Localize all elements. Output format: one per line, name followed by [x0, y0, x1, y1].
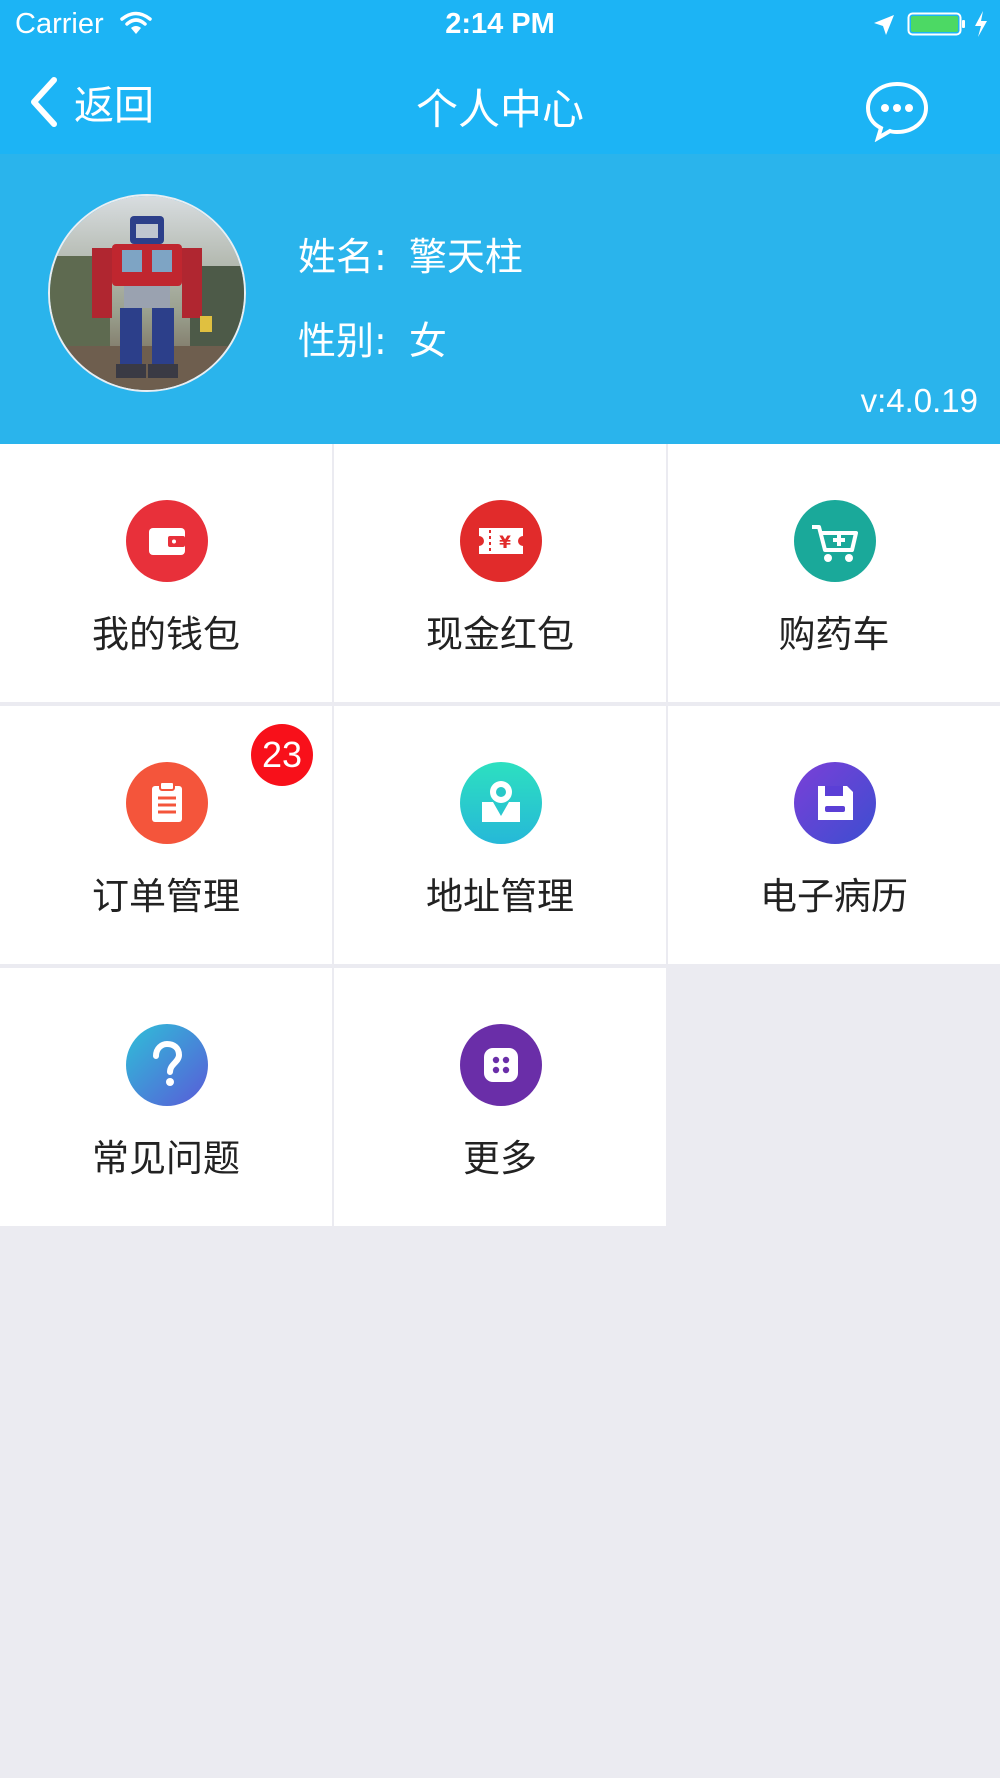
location-arrow-icon — [874, 15, 894, 35]
menu-item-faq[interactable]: 常见问题 — [0, 968, 332, 1226]
battery-icon — [907, 12, 965, 36]
wallet-label: 我的钱包 — [92, 613, 240, 656]
avatar[interactable] — [48, 194, 246, 392]
more-apps-icon — [460, 1024, 542, 1106]
address-label: 地址管理 — [426, 875, 574, 918]
name-label: 姓名: — [298, 235, 387, 279]
charging-icon — [975, 11, 987, 37]
orders-label: 订单管理 — [92, 875, 240, 918]
medicine-cart-icon — [794, 500, 876, 582]
menu-item-coupon[interactable]: ¥ 现金红包 — [334, 444, 666, 702]
robot-photo — [50, 196, 244, 390]
red-packet-icon: ¥ — [460, 500, 542, 582]
menu-item-wallet[interactable]: 我的钱包 — [0, 444, 332, 702]
clipboard-icon — [126, 762, 208, 844]
profile-gender: 性别: 女 — [298, 310, 447, 365]
app-version: v:4.0.19 — [860, 382, 978, 419]
menu-item-more[interactable]: 更多 — [334, 968, 666, 1226]
faq-label: 常见问题 — [92, 1137, 240, 1180]
medical-record-icon — [794, 762, 876, 844]
profile-header: 姓名: 擎天柱 性别: 女 v:4.0.19 — [0, 154, 1000, 444]
navigation-bar: 返回 个人中心 — [0, 50, 1000, 154]
orders-count-badge: 23 — [251, 724, 313, 786]
map-pin-icon — [460, 762, 542, 844]
more-label: 更多 — [463, 1137, 537, 1180]
chat-bubble-icon[interactable] — [864, 80, 930, 142]
name-value: 擎天柱 — [408, 235, 523, 279]
status-bar: Carrier 2:14 PM — [0, 0, 1000, 50]
coupon-label: 现金红包 — [426, 613, 574, 656]
menu-item-address[interactable]: 地址管理 — [334, 706, 666, 964]
profile-name: 姓名: 擎天柱 — [298, 226, 523, 281]
menu-item-records[interactable]: 电子病历 — [668, 706, 1000, 964]
gender-value: 女 — [408, 319, 447, 363]
question-icon — [126, 1024, 208, 1106]
gender-label: 性别: — [298, 319, 387, 363]
records-label: 电子病历 — [760, 875, 908, 918]
menu-item-cart[interactable]: 购药车 — [668, 444, 1000, 702]
cart-label: 购药车 — [778, 613, 890, 656]
page-title: 个人中心 — [415, 85, 584, 134]
svg-text:¥: ¥ — [499, 533, 511, 553]
status-time: 2:14 PM — [445, 8, 555, 40]
wallet-icon — [126, 500, 208, 582]
